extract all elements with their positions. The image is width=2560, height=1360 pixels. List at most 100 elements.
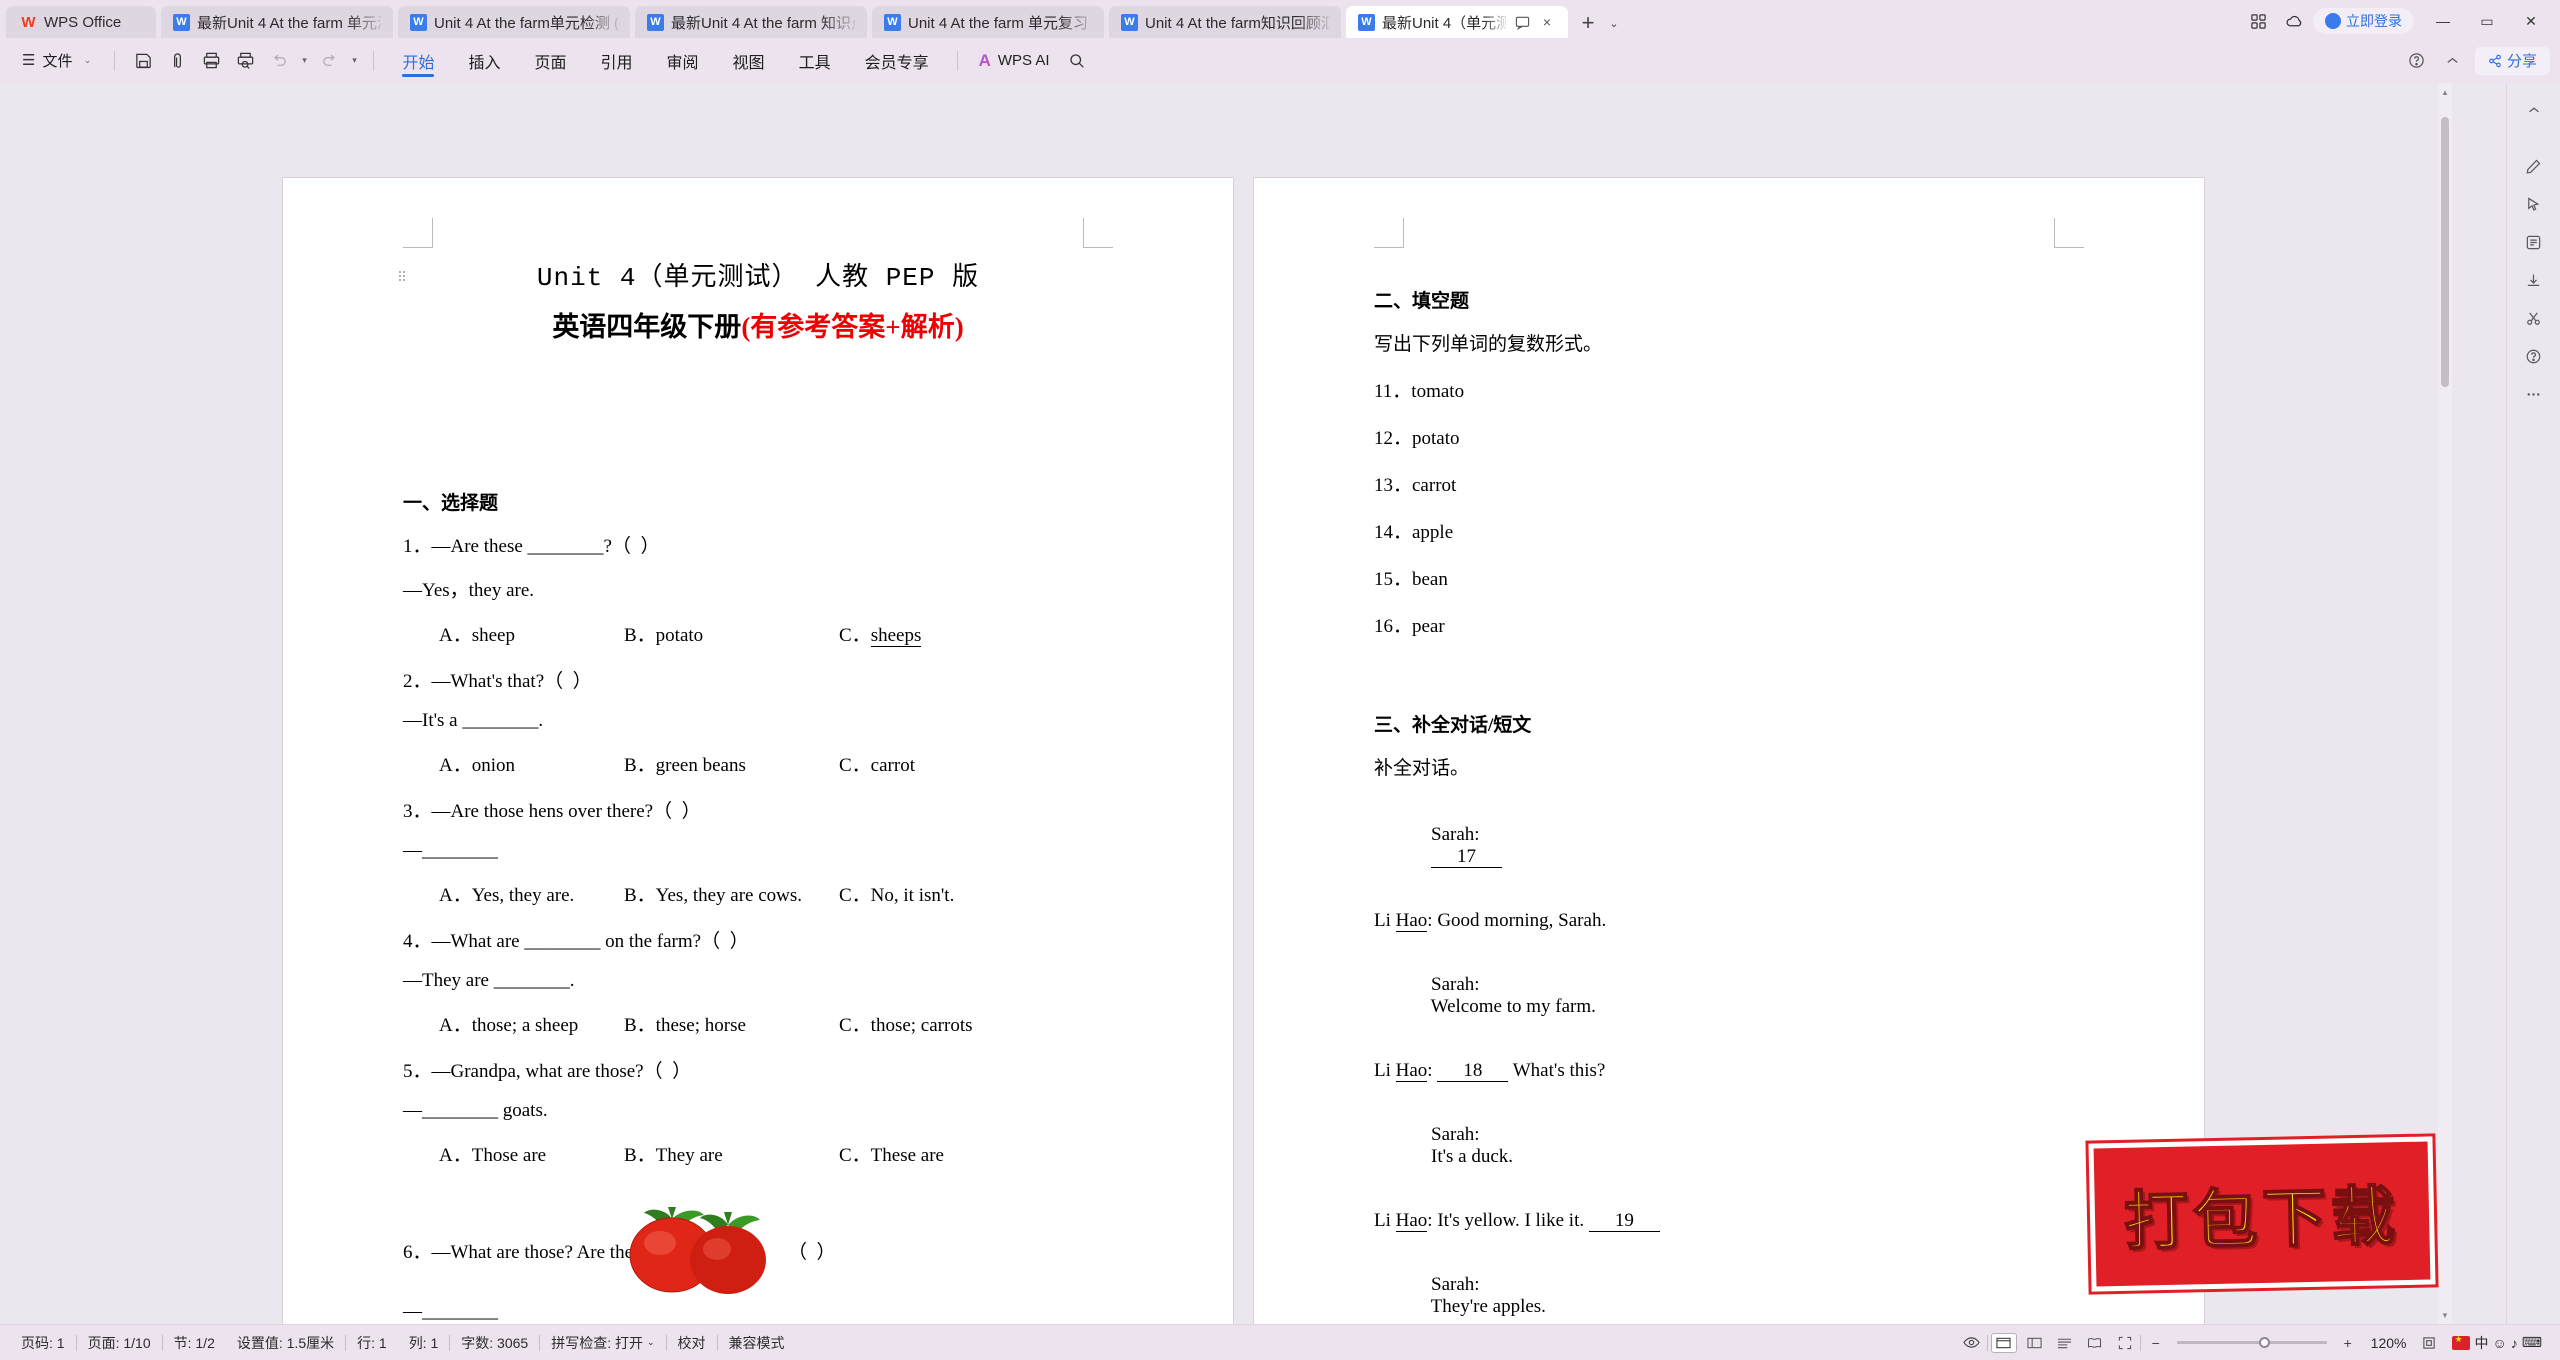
web-layout-view-icon[interactable] — [2020, 1330, 2050, 1356]
tab-strip: W WPS Office W 最新Unit 4 At the farm 单元测试… — [0, 0, 2560, 38]
undo-icon[interactable] — [262, 46, 296, 76]
share-button[interactable]: 分享 — [2474, 46, 2550, 75]
download-package-stamp[interactable]: 打包下载 — [2088, 1136, 2436, 1292]
dialogue-text: They're apples. — [1430, 1296, 1546, 1317]
scrollbar-thumb[interactable] — [2441, 117, 2449, 387]
ribbon-tab-tools[interactable]: 工具 — [782, 40, 848, 82]
outline-view-icon[interactable] — [2050, 1330, 2080, 1356]
tab-document-3[interactable]: W 最新Unit 4 At the farm 知识点+提升 — [635, 6, 867, 38]
document-page-1[interactable]: Unit 4（单元测试） 人教 PEP 版 英语四年级下册(有参考答案+解析) … — [283, 178, 1233, 1324]
more-options-icon[interactable] — [2517, 377, 2551, 411]
dialogue-speaker: Sarah: — [1431, 824, 1480, 845]
tab-document-1[interactable]: W 最新Unit 4 At the farm 单元测试 ( — [161, 6, 393, 38]
comment-icon[interactable] — [1513, 13, 1531, 31]
ribbon-tab-view[interactable]: 视图 — [716, 40, 782, 82]
zoom-slider[interactable] — [2176, 1330, 2327, 1356]
save-as-icon[interactable] — [160, 46, 194, 76]
help-icon[interactable] — [2403, 47, 2431, 75]
fit-page-icon[interactable] — [2414, 1330, 2444, 1356]
status-column[interactable]: 列: 1 — [398, 1333, 450, 1353]
ribbon-tab-page[interactable]: 页面 — [518, 40, 584, 82]
tomatoes-photo[interactable] — [610, 1203, 778, 1298]
status-page-count[interactable]: 页面: 1/10 — [77, 1333, 162, 1353]
new-tab-button[interactable]: + — [1573, 8, 1603, 38]
dialogue-blank: 17 — [1431, 846, 1502, 868]
tab-close-icon[interactable]: × — [1538, 13, 1556, 31]
ribbon-tab-member[interactable]: 会员专享 — [848, 40, 946, 82]
help-circle-icon[interactable] — [2517, 339, 2551, 373]
zoom-in-button[interactable]: + — [2333, 1330, 2363, 1356]
lang-badge[interactable]: 中 — [2474, 1333, 2488, 1353]
wps-ai-button[interactable]: A WPS AI — [969, 46, 1060, 76]
file-menu-button[interactable]: ☰ 文件 ⌄ — [14, 46, 103, 76]
tab-wps-home[interactable]: W WPS Office — [6, 6, 156, 38]
tab-document-2[interactable]: W Unit 4 At the farm单元检测 (含答案 — [398, 6, 630, 38]
ribbon-tab-review[interactable]: 审阅 — [650, 40, 716, 82]
pen-edit-icon[interactable] — [2517, 149, 2551, 183]
cloud-sync-icon[interactable] — [2277, 6, 2311, 36]
login-button[interactable]: 立即登录 — [2313, 8, 2414, 34]
status-spellcheck[interactable]: 拼写检查: 打开 ⌄ — [540, 1333, 665, 1353]
status-row[interactable]: 行: 1 — [346, 1333, 398, 1353]
option-c: C．These are — [839, 1145, 944, 1166]
ime-keyboard-icon[interactable]: ⌨ — [2522, 1334, 2542, 1351]
tab-document-5[interactable]: W Unit 4 At the farm知识回顾汇总+练 — [1109, 6, 1341, 38]
ime-status-group[interactable]: 中 ☺ ♪ ⌨ — [2444, 1333, 2550, 1353]
crop-mark-top-left — [403, 218, 433, 248]
maximize-button[interactable]: ▭ — [2466, 4, 2508, 38]
option-a: A．Yes, they are. — [439, 885, 575, 906]
minimize-button[interactable]: — — [2422, 4, 2464, 38]
collapse-ribbon-icon[interactable] — [2439, 47, 2467, 75]
fullscreen-icon[interactable] — [2110, 1330, 2140, 1356]
ime-smiley-icon[interactable]: ☺ — [2492, 1335, 2506, 1351]
ocr-icon[interactable] — [2517, 225, 2551, 259]
zoom-slider-track — [2176, 1341, 2327, 1344]
pages-scroll-area[interactable]: Unit 4（单元测试） 人教 PEP 版 英语四年级下册(有参考答案+解析) … — [0, 83, 2506, 1324]
search-icon[interactable] — [1060, 46, 1094, 76]
eye-view-icon[interactable] — [1957, 1330, 1987, 1356]
status-page-number[interactable]: 页码: 1 — [10, 1333, 76, 1353]
tab-document-6-active[interactable]: W 最新Unit 4（单元测试）- 人教 × — [1346, 6, 1568, 38]
export-pdf-icon[interactable] — [2517, 263, 2551, 297]
cursor-select-icon[interactable] — [2517, 187, 2551, 221]
close-window-button[interactable]: ✕ — [2510, 4, 2552, 38]
tab-document-4[interactable]: W Unit 4 At the farm 单元复习 (含答 — [872, 6, 1104, 38]
zoom-out-button[interactable]: − — [2141, 1330, 2171, 1356]
scroll-up-arrow-icon[interactable]: ▲ — [2438, 85, 2452, 99]
vertical-scrollbar[interactable]: ▲ ▼ — [2438, 83, 2452, 1324]
page-layout-view-icon[interactable] — [1990, 1332, 2017, 1353]
status-proofread[interactable]: 校对 — [667, 1333, 717, 1353]
undo-history-caret-icon[interactable]: ▾ — [296, 46, 312, 76]
redo-icon[interactable] — [312, 46, 346, 76]
app-grid-icon[interactable] — [2241, 6, 2275, 36]
screenshot-icon[interactable] — [2517, 301, 2551, 335]
print-icon[interactable] — [194, 46, 228, 76]
document-page-2[interactable]: 二、填空题 写出下列单词的复数形式。 11．tomato 12．potato 1… — [1254, 178, 2204, 1324]
option-a: A．onion — [439, 755, 516, 776]
zoom-slider-knob[interactable] — [2258, 1337, 2270, 1348]
reading-view-icon[interactable] — [2080, 1330, 2110, 1356]
right-sidebar-rail — [2506, 83, 2560, 1324]
customize-quick-access-caret-icon[interactable]: ▾ — [346, 46, 362, 76]
status-compat-mode[interactable]: 兼容模式 — [718, 1333, 796, 1353]
ribbon-tab-references[interactable]: 引用 — [584, 40, 650, 82]
scroll-up-icon[interactable] — [2517, 93, 2551, 127]
document-title: Unit 4（单元测试） 人教 PEP 版 — [536, 263, 980, 293]
ribbon-tab-home[interactable]: 开始 — [385, 40, 451, 82]
discount-flag-icon[interactable] — [2452, 1334, 2471, 1350]
ribbon-tab-insert[interactable]: 插入 — [451, 40, 517, 82]
status-setting-value[interactable]: 设置值: 1.5厘米 — [226, 1333, 345, 1353]
question-reply: —________ — [403, 1301, 498, 1322]
file-menu-label: 文件 — [42, 53, 73, 70]
dialogue-blank: 18 — [1437, 1060, 1509, 1082]
zoom-level-label[interactable]: 120% — [2363, 1335, 2415, 1351]
status-word-count[interactable]: 字数: 3065 — [450, 1333, 539, 1353]
dialogue-line: Sarah: It's a duck. — [1374, 1102, 2134, 1190]
ribbon-tab-label: 工具 — [798, 54, 831, 72]
new-tab-menu-caret-icon[interactable]: ⌄ — [1603, 8, 1625, 38]
scroll-down-arrow-icon[interactable]: ▼ — [2438, 1308, 2452, 1322]
print-preview-icon[interactable] — [228, 46, 262, 76]
save-icon[interactable] — [126, 46, 160, 76]
status-section[interactable]: 节: 1/2 — [163, 1333, 226, 1353]
ime-music-icon[interactable]: ♪ — [2511, 1335, 2518, 1351]
